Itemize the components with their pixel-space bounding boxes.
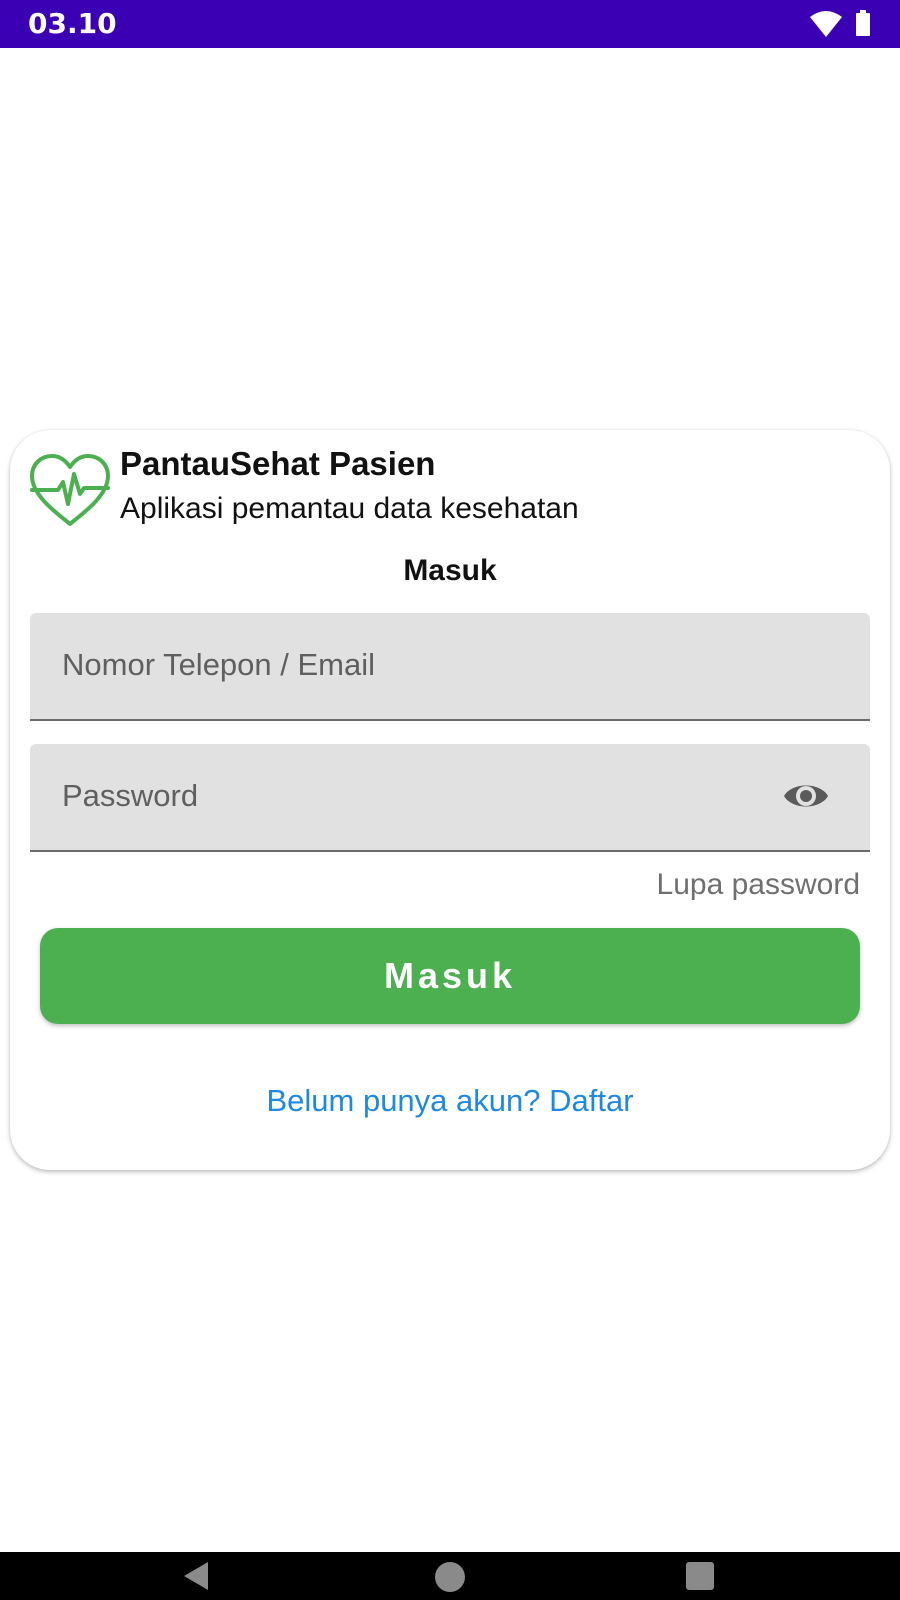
back-icon[interactable] [180, 1560, 212, 1592]
eye-icon[interactable] [782, 778, 830, 814]
app-subtitle: Aplikasi pemantau data kesehatan [120, 492, 579, 525]
status-time: 03.10 [28, 7, 117, 40]
form-heading: Masuk [403, 554, 497, 587]
register-link[interactable]: Belum punya akun? Daftar [10, 1082, 890, 1120]
battery-icon [856, 10, 870, 36]
login-button[interactable]: Masuk [40, 928, 860, 1024]
app-title: PantauSehat Pasien [120, 445, 436, 482]
heart-pulse-icon [30, 454, 110, 526]
login-card: PantauSehat Pasien Aplikasi pemantau dat… [10, 430, 890, 1170]
forgot-password-link[interactable]: Lupa password [657, 867, 860, 903]
status-bar: 03.10 [0, 0, 900, 48]
email-field-container[interactable] [30, 613, 870, 721]
email-field[interactable] [62, 613, 782, 717]
password-field-container[interactable] [30, 744, 870, 852]
navigation-bar [0, 1552, 900, 1600]
home-icon[interactable] [435, 1562, 465, 1592]
recents-icon[interactable] [686, 1562, 714, 1590]
wifi-icon [810, 11, 842, 37]
password-field[interactable] [62, 744, 782, 848]
